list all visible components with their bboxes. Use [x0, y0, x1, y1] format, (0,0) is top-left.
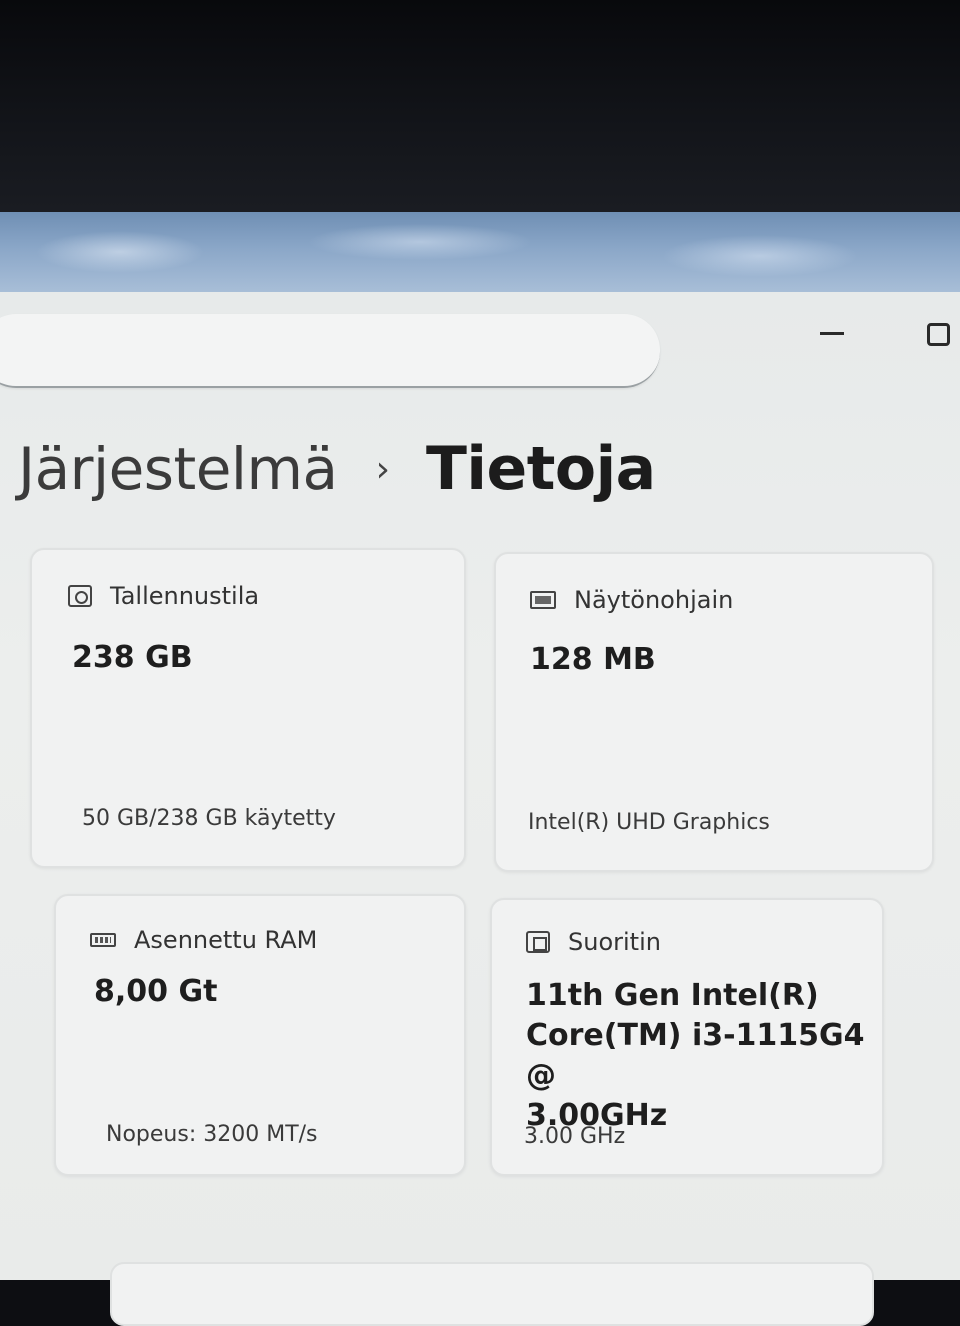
monitor-bezel: [0, 0, 960, 212]
breadcrumb-parent[interactable]: Järjestelmä: [18, 435, 338, 503]
chevron-right-icon: ›: [375, 448, 390, 490]
ram-speed: Nopeus: 3200 MT/s: [106, 1122, 318, 1147]
display-adapter-icon: [530, 591, 556, 609]
page-title: Tietoja: [426, 434, 656, 504]
processor-name: 11th Gen Intel(R) Core(TM) i3-1115G4 @ 3…: [526, 976, 886, 1136]
maximize-button[interactable]: [918, 314, 958, 354]
storage-title: Tallennustila: [110, 582, 260, 610]
ram-value: 8,00 Gt: [94, 974, 218, 1009]
additional-card: [110, 1262, 874, 1326]
processor-icon: [526, 931, 550, 953]
storage-value: 238 GB: [72, 640, 193, 675]
display-adapter-card: Näytönohjain 128 MB Intel(R) UHD Graphic…: [494, 552, 934, 872]
storage-icon: [68, 585, 92, 607]
processor-name-line: 11th Gen Intel(R): [526, 978, 819, 1013]
memory-icon: [90, 933, 116, 947]
ram-title: Asennettu RAM: [134, 926, 318, 954]
desktop-wallpaper: [0, 212, 960, 294]
search-input[interactable]: [0, 314, 660, 388]
storage-usage: 50 GB/238 GB käytetty: [82, 806, 336, 831]
processor-name-line: Core(TM) i3-1115G4 @: [526, 1018, 865, 1093]
processor-card: Suoritin 11th Gen Intel(R) Core(TM) i3-1…: [490, 898, 884, 1176]
processor-title: Suoritin: [568, 928, 661, 956]
breadcrumb: Järjestelmä › Tietoja: [18, 434, 656, 504]
display-adapter-name: Intel(R) UHD Graphics: [528, 810, 770, 835]
minimize-button[interactable]: [812, 314, 852, 354]
storage-card: Tallennustila 238 GB 50 GB/238 GB käytet…: [30, 548, 466, 868]
display-adapter-memory: 128 MB: [530, 642, 656, 677]
display-adapter-title: Näytönohjain: [574, 586, 734, 614]
processor-speed: 3.00 GHz: [524, 1124, 626, 1149]
ram-card: Asennettu RAM 8,00 Gt Nopeus: 3200 MT/s: [54, 894, 466, 1176]
settings-window: Järjestelmä › Tietoja Tallennustila 238 …: [0, 292, 960, 1326]
